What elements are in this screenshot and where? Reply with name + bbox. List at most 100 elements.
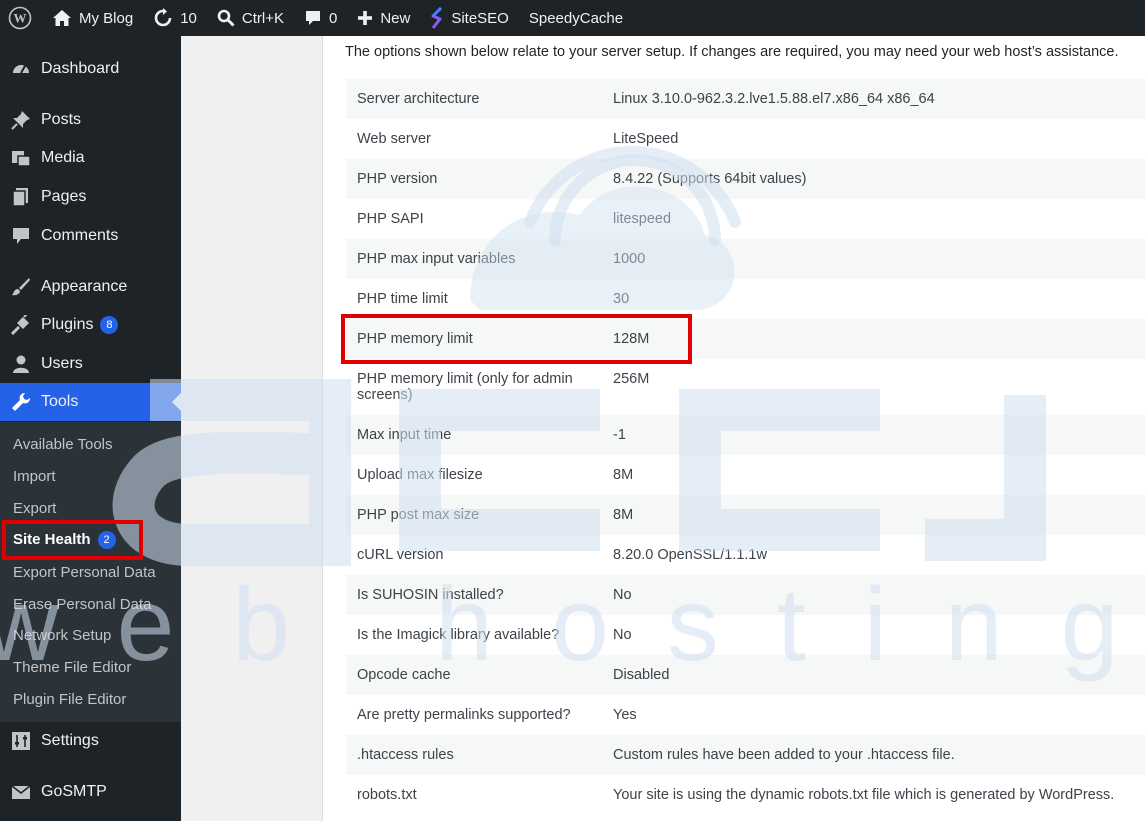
table-row: PHP memory limit (only for admin screens…	[346, 359, 1145, 415]
admin-bar: W My Blog 10 Ctrl+K 0 New SiteSEO Speedy…	[0, 0, 1145, 36]
table-row: PHP post max size 8M	[346, 495, 1145, 535]
info-label: Is SUHOSIN installed?	[346, 575, 602, 615]
site-name-button[interactable]: My Blog	[42, 0, 143, 36]
info-label: Web server	[346, 119, 602, 159]
command-palette-button[interactable]: Ctrl+K	[207, 0, 294, 36]
menu-posts[interactable]: Posts	[0, 101, 181, 139]
menu-pages[interactable]: Pages	[0, 178, 181, 216]
siteseo-icon	[431, 7, 443, 29]
info-value: 8.4.22 (Supports 64bit values)	[602, 159, 1145, 199]
server-section-intro: The options shown below relate to your s…	[345, 44, 1119, 60]
wordpress-icon: W	[8, 6, 32, 30]
speedycache-button[interactable]: SpeedyCache	[519, 0, 633, 36]
info-value: 1000	[602, 239, 1145, 279]
info-value: Yes	[602, 695, 1145, 735]
info-value: Linux 3.10.0-962.3.2.lve1.5.88.el7.x86_6…	[602, 79, 1145, 119]
server-info-table: Server architecture Linux 3.10.0-962.3.2.…	[346, 79, 1145, 815]
info-label: PHP SAPI	[346, 199, 602, 239]
submenu-export[interactable]: Export	[13, 500, 56, 517]
pages-icon	[10, 186, 32, 208]
info-label: PHP post max size	[346, 495, 602, 535]
table-row: PHP memory limit 128M	[346, 319, 1145, 359]
info-label: Upload max filesize	[346, 455, 602, 495]
media-icon	[10, 147, 32, 169]
menu-pages-label: Pages	[41, 188, 87, 205]
info-value: litespeed	[602, 199, 1145, 239]
plug-icon	[10, 314, 32, 336]
submenu-import[interactable]: Import	[13, 468, 56, 485]
svg-text:W: W	[14, 11, 27, 26]
comments-count: 0	[328, 9, 338, 27]
menu-plugins-label: Plugins	[41, 316, 94, 333]
wordpress-logo-button[interactable]: W	[0, 0, 42, 36]
menu-plugins[interactable]: Plugins 8	[0, 306, 181, 344]
table-row: Web server LiteSpeed	[346, 119, 1145, 159]
submenu-plugin-file-editor[interactable]: Plugin File Editor	[13, 691, 126, 708]
info-value: -1	[602, 415, 1145, 455]
tools-submenu: Available Tools Import Export Site Healt…	[0, 422, 181, 722]
menu-settings-label: Settings	[41, 732, 99, 749]
info-label: Max input time	[346, 415, 602, 455]
new-label: New	[380, 9, 411, 27]
info-label: PHP time limit	[346, 279, 602, 319]
table-row: PHP version 8.4.22 (Supports 64bit values…	[346, 159, 1145, 199]
table-row: Are pretty permalinks supported? Yes	[346, 695, 1145, 735]
table-row: Max input time -1	[346, 415, 1145, 455]
speedycache-label: SpeedyCache	[528, 9, 624, 27]
menu-media[interactable]: Media	[0, 139, 181, 177]
info-label: Is the Imagick library available?	[346, 615, 602, 655]
siteseo-button[interactable]: SiteSEO	[420, 0, 519, 36]
table-row: Is SUHOSIN installed? No	[346, 575, 1145, 615]
table-row: robots.txt Your site is using the dynamic…	[346, 775, 1145, 815]
info-label: PHP max input variables	[346, 239, 602, 279]
updates-icon	[154, 8, 172, 27]
table-row: Is the Imagick library available? No	[346, 615, 1145, 655]
submenu-available-tools[interactable]: Available Tools	[13, 436, 113, 453]
new-content-button[interactable]: New	[347, 0, 420, 36]
info-label: PHP memory limit	[346, 319, 602, 359]
user-icon	[10, 353, 32, 375]
menu-tools[interactable]: Tools	[0, 383, 181, 421]
submenu-site-health[interactable]: Site Health 2	[13, 531, 116, 550]
shortcut-label: Ctrl+K	[241, 9, 284, 27]
menu-appearance-label: Appearance	[41, 278, 128, 295]
menu-appearance[interactable]: Appearance	[0, 268, 181, 306]
menu-gosmtp[interactable]: GoSMTP	[0, 773, 181, 811]
table-row: PHP time limit 30	[346, 279, 1145, 319]
info-value: 30	[602, 279, 1145, 319]
submenu-export-personal-data[interactable]: Export Personal Data	[13, 564, 156, 581]
submenu-theme-file-editor[interactable]: Theme File Editor	[13, 659, 131, 676]
info-label: Are pretty permalinks supported?	[346, 695, 602, 735]
search-icon	[217, 9, 235, 27]
info-value: 256M	[602, 359, 1145, 415]
info-label: robots.txt	[346, 775, 602, 815]
info-label: PHP memory limit (only for admin screens…	[346, 359, 602, 415]
table-row: PHP max input variables 1000	[346, 239, 1145, 279]
menu-posts-label: Posts	[41, 111, 82, 128]
info-value: Your site is using the dynamic robots.tx…	[602, 775, 1145, 815]
menu-settings[interactable]: Settings	[0, 722, 181, 760]
mail-icon	[10, 781, 32, 803]
comments-button[interactable]: 0	[294, 0, 347, 36]
submenu-network-setup[interactable]: Network Setup	[13, 627, 111, 644]
info-value: No	[602, 615, 1145, 655]
admin-sidebar: Dashboard Posts Media Pages Comments App…	[0, 36, 181, 821]
site-name: My Blog	[79, 9, 134, 27]
plugins-update-badge: 8	[100, 316, 119, 334]
updates-count: 10	[180, 9, 197, 27]
submenu-erase-personal-data[interactable]: Erase Personal Data	[13, 596, 151, 613]
menu-comments[interactable]: Comments	[0, 217, 181, 255]
menu-users[interactable]: Users	[0, 345, 181, 383]
menu-media-label: Media	[41, 149, 85, 166]
menu-dashboard[interactable]: Dashboard	[0, 50, 181, 88]
menu-users-label: Users	[41, 355, 83, 372]
table-row: PHP SAPI litespeed	[346, 199, 1145, 239]
pin-icon	[10, 109, 32, 131]
info-label: Server architecture	[346, 79, 602, 119]
info-value: 128M	[602, 319, 1145, 359]
sliders-icon	[10, 730, 32, 752]
info-value: LiteSpeed	[602, 119, 1145, 159]
info-value: Disabled	[602, 655, 1145, 695]
updates-button[interactable]: 10	[143, 0, 207, 36]
siteseo-label: SiteSEO	[451, 9, 509, 27]
